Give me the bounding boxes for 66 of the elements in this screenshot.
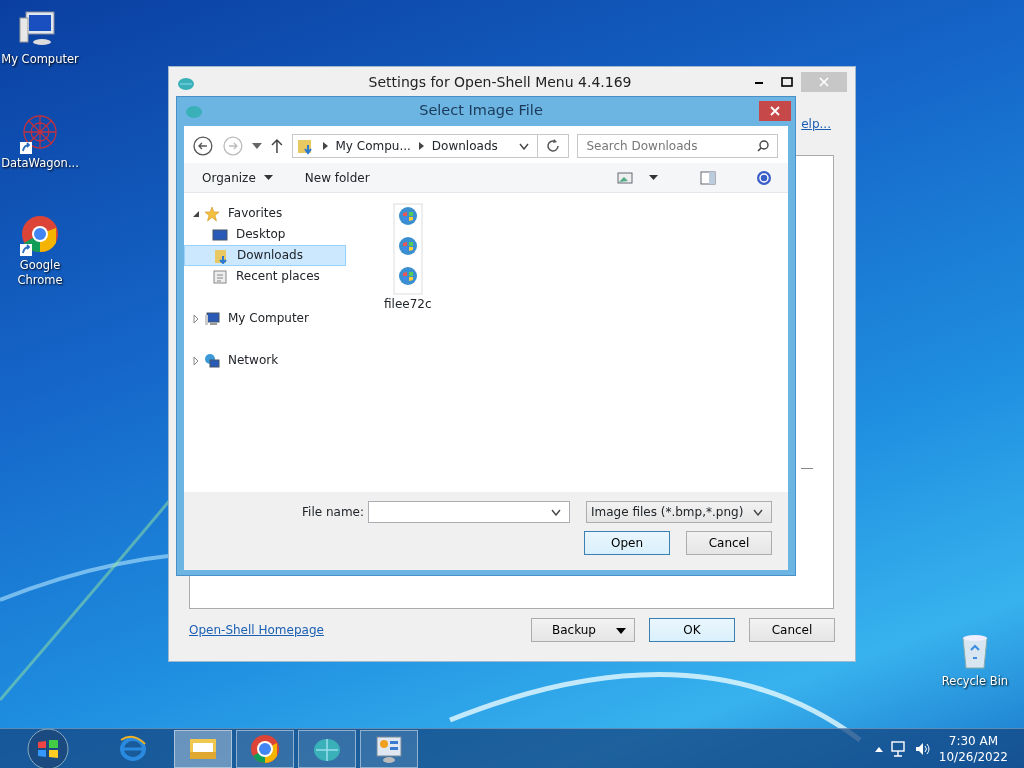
tree-item[interactable]: My Computer bbox=[184, 308, 346, 329]
chevron-down-icon bbox=[753, 509, 763, 516]
caret-icon bbox=[263, 175, 273, 180]
tree-item[interactable]: Recent places bbox=[184, 266, 346, 287]
chevron-down-icon bbox=[551, 509, 561, 516]
dialog-button[interactable]: Cancel bbox=[749, 618, 835, 642]
taskbar-button[interactable] bbox=[174, 729, 232, 768]
control-panel-icon bbox=[374, 733, 404, 764]
field-label: File name: bbox=[302, 504, 364, 521]
tree-item[interactable]: Downloads bbox=[184, 245, 346, 266]
show-hidden-icons[interactable] bbox=[874, 745, 883, 752]
dropdown-button[interactable]: Backup bbox=[531, 618, 635, 642]
recent-places-icon bbox=[212, 268, 228, 285]
chevron-down-icon[interactable] bbox=[519, 142, 530, 150]
dialog-title: Select Image File bbox=[418, 101, 544, 121]
search-field[interactable]: Search Downloads bbox=[577, 133, 778, 158]
window-title: Settings for Open-Shell Menu 4.4.169 bbox=[367, 72, 633, 92]
expanded-icon[interactable] bbox=[192, 209, 200, 218]
dialog-button[interactable]: Open bbox=[584, 531, 670, 555]
caret-icon bbox=[616, 627, 626, 634]
browser-icon bbox=[118, 733, 148, 764]
close-icon bbox=[770, 106, 780, 116]
toolbar-button[interactable]: Organize bbox=[194, 164, 281, 191]
caret-icon[interactable] bbox=[649, 175, 658, 180]
breadcrumb-item[interactable]: Downloads bbox=[431, 136, 498, 155]
collapsed-icon[interactable] bbox=[192, 356, 200, 365]
tree-item[interactable]: Desktop bbox=[184, 224, 346, 245]
icon-label[interactable]: DataWagon... bbox=[1, 156, 79, 171]
search-placeholder: Search Downloads bbox=[586, 137, 699, 155]
file-name[interactable]: filee72c bbox=[384, 295, 432, 313]
chevron-icon[interactable] bbox=[322, 142, 328, 150]
up-arrow-icon[interactable] bbox=[269, 137, 284, 154]
icon-label[interactable]: Google Chrome bbox=[15, 258, 65, 288]
back-icon[interactable] bbox=[192, 134, 214, 157]
file-name-field[interactable] bbox=[368, 501, 570, 523]
star-icon bbox=[204, 205, 220, 222]
maximize-icon[interactable] bbox=[781, 77, 793, 87]
taskbar-button[interactable] bbox=[298, 729, 356, 768]
clock[interactable]: 7:30 AM 10/26/2022 bbox=[938, 732, 1008, 765]
shell-icon bbox=[185, 103, 203, 120]
taskbar-button[interactable] bbox=[360, 729, 418, 768]
taskbar-button[interactable] bbox=[236, 729, 294, 768]
computer-icon bbox=[204, 310, 220, 327]
close-button[interactable] bbox=[759, 101, 791, 121]
tree-item[interactable]: Favorites bbox=[184, 203, 346, 224]
tree-item[interactable]: Network bbox=[184, 350, 346, 371]
browser-icon bbox=[250, 733, 280, 764]
homepage-link[interactable]: Open-Shell Homepage bbox=[189, 621, 324, 639]
caret-icon[interactable] bbox=[251, 142, 262, 149]
toolbar-button[interactable]: New folder bbox=[296, 164, 378, 191]
dialog-button[interactable]: OK bbox=[649, 618, 735, 642]
view-icon[interactable] bbox=[617, 171, 633, 184]
collapsed-icon[interactable] bbox=[192, 314, 200, 323]
icon-label[interactable]: My Computer bbox=[1, 52, 79, 67]
breadcrumb-item[interactable]: My Compu... bbox=[335, 136, 411, 155]
downloads-folder-icon bbox=[213, 247, 229, 264]
search-icon bbox=[757, 140, 769, 152]
help-icon[interactable] bbox=[756, 169, 772, 186]
image-file-icon[interactable] bbox=[392, 203, 423, 295]
refresh-icon[interactable] bbox=[546, 138, 561, 153]
help-link[interactable]: elp... bbox=[801, 115, 831, 133]
file-type-dropdown[interactable]: Image files (*.bmp,*.png) bbox=[586, 501, 772, 523]
close-icon bbox=[819, 77, 829, 87]
dialog-button[interactable]: Cancel bbox=[686, 531, 772, 555]
chevron-icon[interactable] bbox=[418, 142, 424, 150]
desktop-icon bbox=[212, 226, 228, 243]
